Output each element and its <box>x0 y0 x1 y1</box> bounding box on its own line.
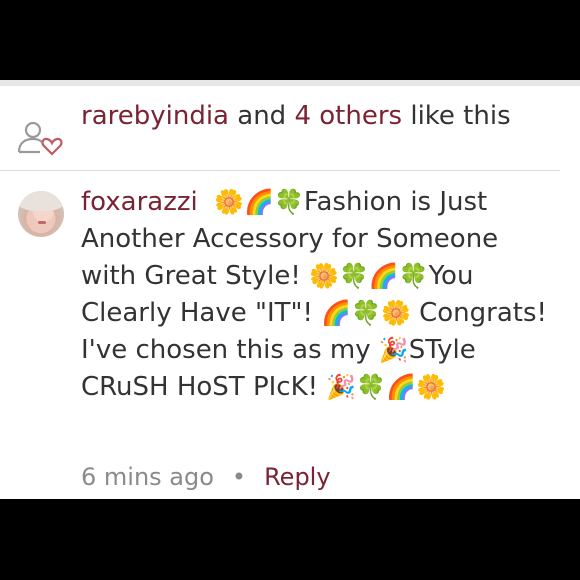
reply-link[interactable]: Reply <box>264 463 330 491</box>
likes-connector: and <box>229 101 295 131</box>
avatar-hair <box>18 191 64 211</box>
liker-username-link[interactable]: rarebyindia <box>81 101 229 131</box>
timestamp: 6 mins ago <box>81 463 214 491</box>
avatar[interactable] <box>18 191 64 237</box>
emoji-group-2: 🌈🍀🌼 <box>321 299 411 327</box>
comment-panel: rarebyindia and 4 others like this foxar… <box>0 80 580 499</box>
likes-row: rarebyindia and 4 others like this <box>0 86 580 165</box>
separator-dot: • <box>231 463 247 491</box>
emoji-group-3: 🎉 <box>378 336 409 364</box>
avatar-lips <box>38 221 46 224</box>
commenter-username-link[interactable]: foxarazzi <box>81 187 198 217</box>
likes-suffix: like this <box>402 101 511 131</box>
emoji-group-tail: 🎉🍀🌈🌼 <box>326 373 446 401</box>
comment-body: foxarazzi 🌼🌈🍀Fashion is Just Another Acc… <box>81 184 561 406</box>
emoji-group-lead: 🌼🌈🍀 <box>214 188 304 216</box>
divider <box>0 170 560 171</box>
likes-summary: rarebyindia and 4 others like this <box>81 98 561 134</box>
heart-person-icon <box>17 121 63 156</box>
emoji-group-1: 🌼🍀🌈🍀 <box>309 262 429 290</box>
comment-meta: 6 mins ago • Reply <box>81 460 331 494</box>
others-link[interactable]: 4 others <box>294 101 402 131</box>
